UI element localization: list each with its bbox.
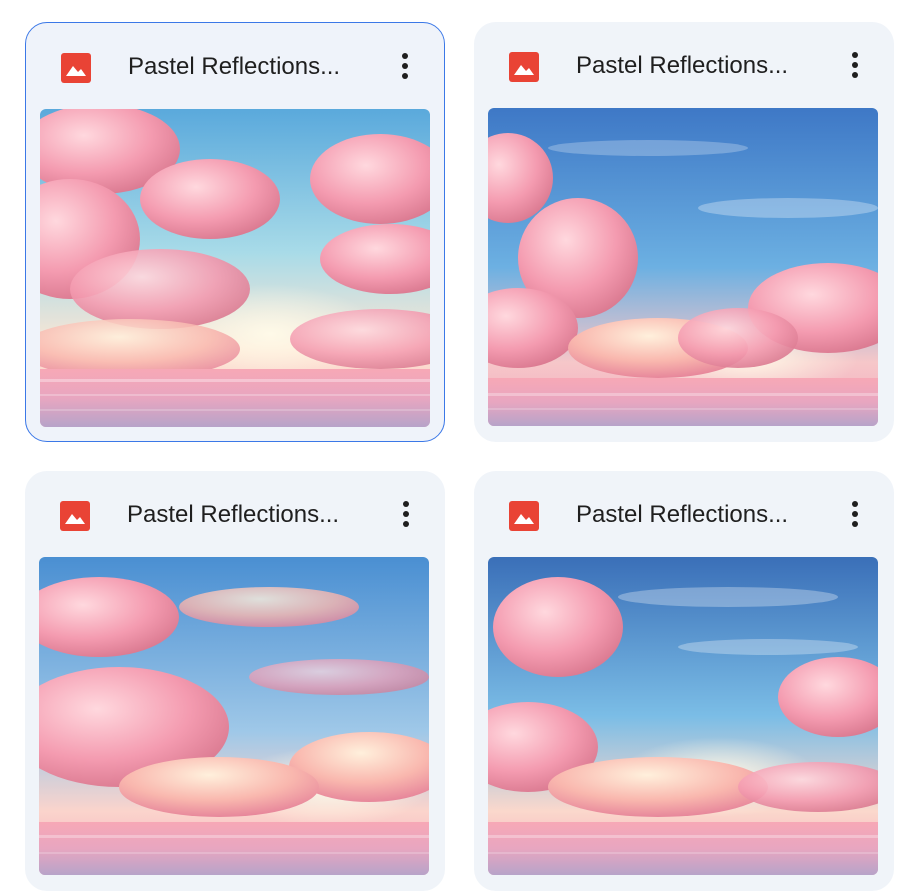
more-options-button[interactable]: [385, 493, 427, 535]
file-card-header: Pastel Reflections...: [474, 22, 894, 108]
image-file-icon: [61, 53, 91, 83]
file-card[interactable]: Pastel Reflections...: [474, 471, 894, 891]
more-vert-icon: [402, 53, 408, 79]
more-options-button[interactable]: [834, 44, 876, 86]
image-thumbnail[interactable]: [39, 557, 429, 875]
image-thumbnail[interactable]: [488, 557, 878, 875]
file-title: Pastel Reflections...: [576, 52, 789, 79]
more-vert-icon: [852, 52, 858, 78]
file-title: Pastel Reflections...: [576, 501, 789, 528]
more-vert-icon: [852, 501, 858, 527]
file-card[interactable]: Pastel Reflections...: [25, 22, 445, 442]
file-card[interactable]: Pastel Reflections...: [474, 22, 894, 442]
file-card[interactable]: Pastel Reflections...: [25, 471, 445, 891]
image-file-icon: [60, 501, 90, 531]
file-title: Pastel Reflections...: [128, 53, 341, 80]
image-file-icon: [509, 501, 539, 531]
image-thumbnail[interactable]: [488, 108, 878, 426]
more-vert-icon: [403, 501, 409, 527]
file-card-header: Pastel Reflections...: [26, 23, 444, 109]
image-file-icon: [509, 52, 539, 82]
file-grid: Pastel Reflections... Pastel Reflections…: [0, 0, 904, 892]
image-thumbnail[interactable]: [40, 109, 430, 427]
file-card-header: Pastel Reflections...: [25, 471, 445, 557]
file-card-header: Pastel Reflections...: [474, 471, 894, 557]
more-options-button[interactable]: [834, 493, 876, 535]
more-options-button[interactable]: [384, 45, 426, 87]
file-title: Pastel Reflections...: [127, 501, 340, 528]
